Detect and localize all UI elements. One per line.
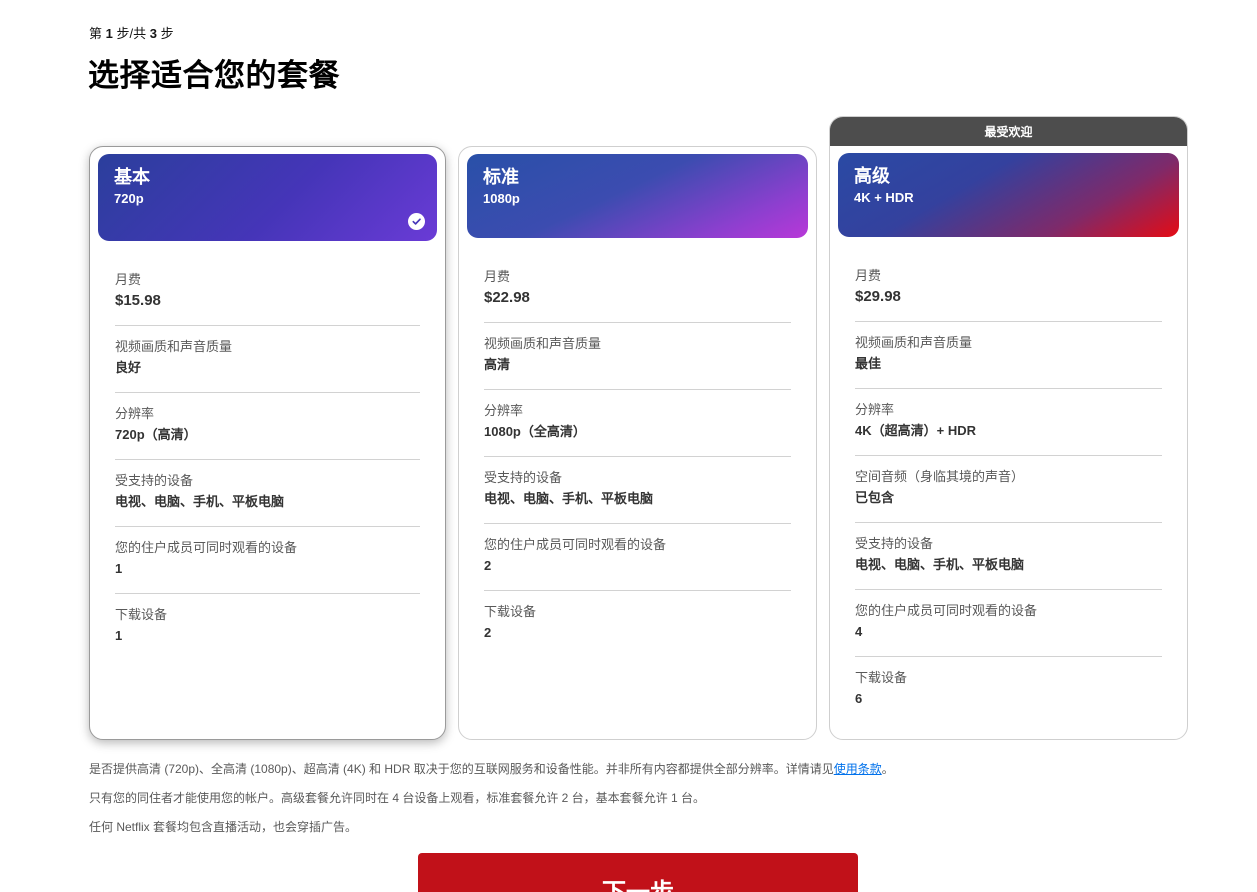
selected-check-icon [408, 213, 425, 230]
row-value: 2 [484, 625, 492, 640]
plan-row-resolution: 分辨率 1080p（全高清） [484, 390, 791, 457]
row-label: 月费 [855, 268, 882, 283]
plan-details-basic: 月费 $15.98 视频画质和声音质量 良好 分辨率 720p（高清） 受支持的设备电… [115, 259, 420, 661]
row-label: 分辨率 [115, 406, 155, 421]
row-value: 电视、电脑、手机、平板电脑 [484, 491, 654, 506]
row-value: 良好 [115, 360, 142, 375]
plan-name: 标准 [483, 167, 519, 187]
row-label: 受支持的设备 [484, 470, 563, 485]
plan-resolution: 4K + HDR [854, 190, 914, 205]
row-value: 1 [115, 628, 123, 643]
plan-details-premium: 月费 $29.98 视频画质和声音质量 最佳 分辨率 4K（超高清）+ HDR 空间音… [855, 255, 1162, 724]
plan-row-quality: 视频画质和声音质量 最佳 [855, 322, 1162, 389]
plan-row-monthly-price: 月费 $22.98 [484, 256, 791, 323]
row-value: 4K（超高清）+ HDR [855, 423, 976, 438]
row-value: 720p（高清） [115, 427, 197, 442]
row-label: 您的住户成员可同时观看的设备 [115, 540, 298, 555]
live-events-note: 任何 Netflix 套餐均包含直播活动，也会穿插广告。 [89, 820, 358, 834]
row-label: 您的住户成员可同时观看的设备 [484, 537, 667, 552]
row-value: 电视、电脑、手机、平板电脑 [855, 557, 1025, 572]
plan-row-spatial-audio: 空间音频（身临其境的声音） 已包含 [855, 456, 1162, 523]
plan-row-download-devices: 下载设备 1 [115, 594, 420, 661]
plan-row-quality: 视频画质和声音质量 良好 [115, 326, 420, 393]
plan-row-download-devices: 下载设备 2 [484, 591, 791, 658]
row-value: $29.98 [855, 288, 901, 305]
plan-row-devices: 受支持的设备电视、电脑、手机、平板电脑 [115, 460, 420, 527]
row-value: $15.98 [115, 292, 161, 309]
row-value: 已包含 [855, 490, 895, 505]
terms-of-use-link[interactable]: 使用条款 [834, 762, 882, 776]
row-label: 下载设备 [115, 607, 168, 622]
row-label: 下载设备 [484, 604, 537, 619]
row-label: 月费 [484, 269, 511, 284]
plan-row-monthly-price: 月费 $15.98 [115, 259, 420, 326]
plan-name: 高级 [854, 166, 890, 186]
row-label: 分辨率 [484, 403, 524, 418]
row-label: 月费 [115, 272, 142, 287]
row-value: 2 [484, 558, 492, 573]
plan-row-resolution: 分辨率 4K（超高清）+ HDR [855, 389, 1162, 456]
row-value: $22.98 [484, 289, 530, 306]
plan-row-devices: 受支持的设备电视、电脑、手机、平板电脑 [855, 523, 1162, 590]
row-label: 分辨率 [855, 402, 895, 417]
most-popular-badge: 最受欢迎 [830, 117, 1187, 146]
plan-row-monthly-price: 月费 $29.98 [855, 255, 1162, 322]
row-label: 受支持的设备 [115, 473, 194, 488]
household-note: 只有您的同住者才能使用您的帐户。高级套餐允许同时在 4 台设备上观看，标准套餐允… [89, 791, 706, 805]
plan-card-standard[interactable]: 标准 1080p 月费 $22.98 视频画质和声音质量 高清 分辨率 1080p（全… [458, 146, 817, 740]
row-label: 下载设备 [855, 670, 908, 685]
plan-row-download-devices: 下载设备 6 [855, 657, 1162, 724]
page-title: 选择适合您的套餐 [88, 58, 340, 93]
row-value: 高清 [484, 357, 511, 372]
row-label: 视频画质和声音质量 [115, 339, 233, 354]
next-step-button[interactable]: 下一步 [418, 853, 858, 892]
plan-details-standard: 月费 $22.98 视频画质和声音质量 高清 分辨率 1080p（全高清） 受支持的设… [484, 256, 791, 658]
row-value: 1 [115, 561, 123, 576]
plan-row-simultaneous-streams: 您的住户成员可同时观看的设备 2 [484, 524, 791, 591]
row-value: 最佳 [855, 356, 882, 371]
row-label: 视频画质和声音质量 [484, 336, 602, 351]
plan-row-simultaneous-streams: 您的住户成员可同时观看的设备 4 [855, 590, 1162, 657]
row-label: 空间音频（身临其境的声音） [855, 469, 1025, 484]
plan-header-basic[interactable]: 基本 720p [98, 154, 437, 241]
plan-row-devices: 受支持的设备电视、电脑、手机、平板电脑 [484, 457, 791, 524]
plan-header-standard[interactable]: 标准 1080p [467, 154, 808, 238]
row-value: 6 [855, 691, 863, 706]
plan-card-premium[interactable]: 最受欢迎 高级 4K + HDR 月费 $29.98 视频画质和声音质量 最佳 分辨… [829, 116, 1188, 740]
plan-resolution: 1080p [483, 191, 520, 206]
plan-row-simultaneous-streams: 您的住户成员可同时观看的设备 1 [115, 527, 420, 594]
plan-row-resolution: 分辨率 720p（高清） [115, 393, 420, 460]
plan-name: 基本 [114, 167, 150, 187]
step-indicator: 第 1 步/共 3 步 [89, 26, 174, 41]
row-label: 您的住户成员可同时观看的设备 [855, 603, 1038, 618]
plan-card-basic[interactable]: 基本 720p 月费 $15.98 视频画质和声音质量 良好 分辨率 720p（高清）… [89, 146, 446, 740]
row-label: 受支持的设备 [855, 536, 934, 551]
row-value: 1080p（全高清） [484, 424, 586, 439]
row-label: 视频画质和声音质量 [855, 335, 973, 350]
resolution-disclaimer: 是否提供高清 (720p)、全高清 (1080p)、超高清 (4K) 和 HDR… [89, 762, 894, 776]
row-value: 电视、电脑、手机、平板电脑 [115, 494, 285, 509]
plan-header-premium[interactable]: 高级 4K + HDR [838, 153, 1179, 237]
row-value: 4 [855, 624, 863, 639]
plan-resolution: 720p [114, 191, 144, 206]
plan-row-quality: 视频画质和声音质量 高清 [484, 323, 791, 390]
